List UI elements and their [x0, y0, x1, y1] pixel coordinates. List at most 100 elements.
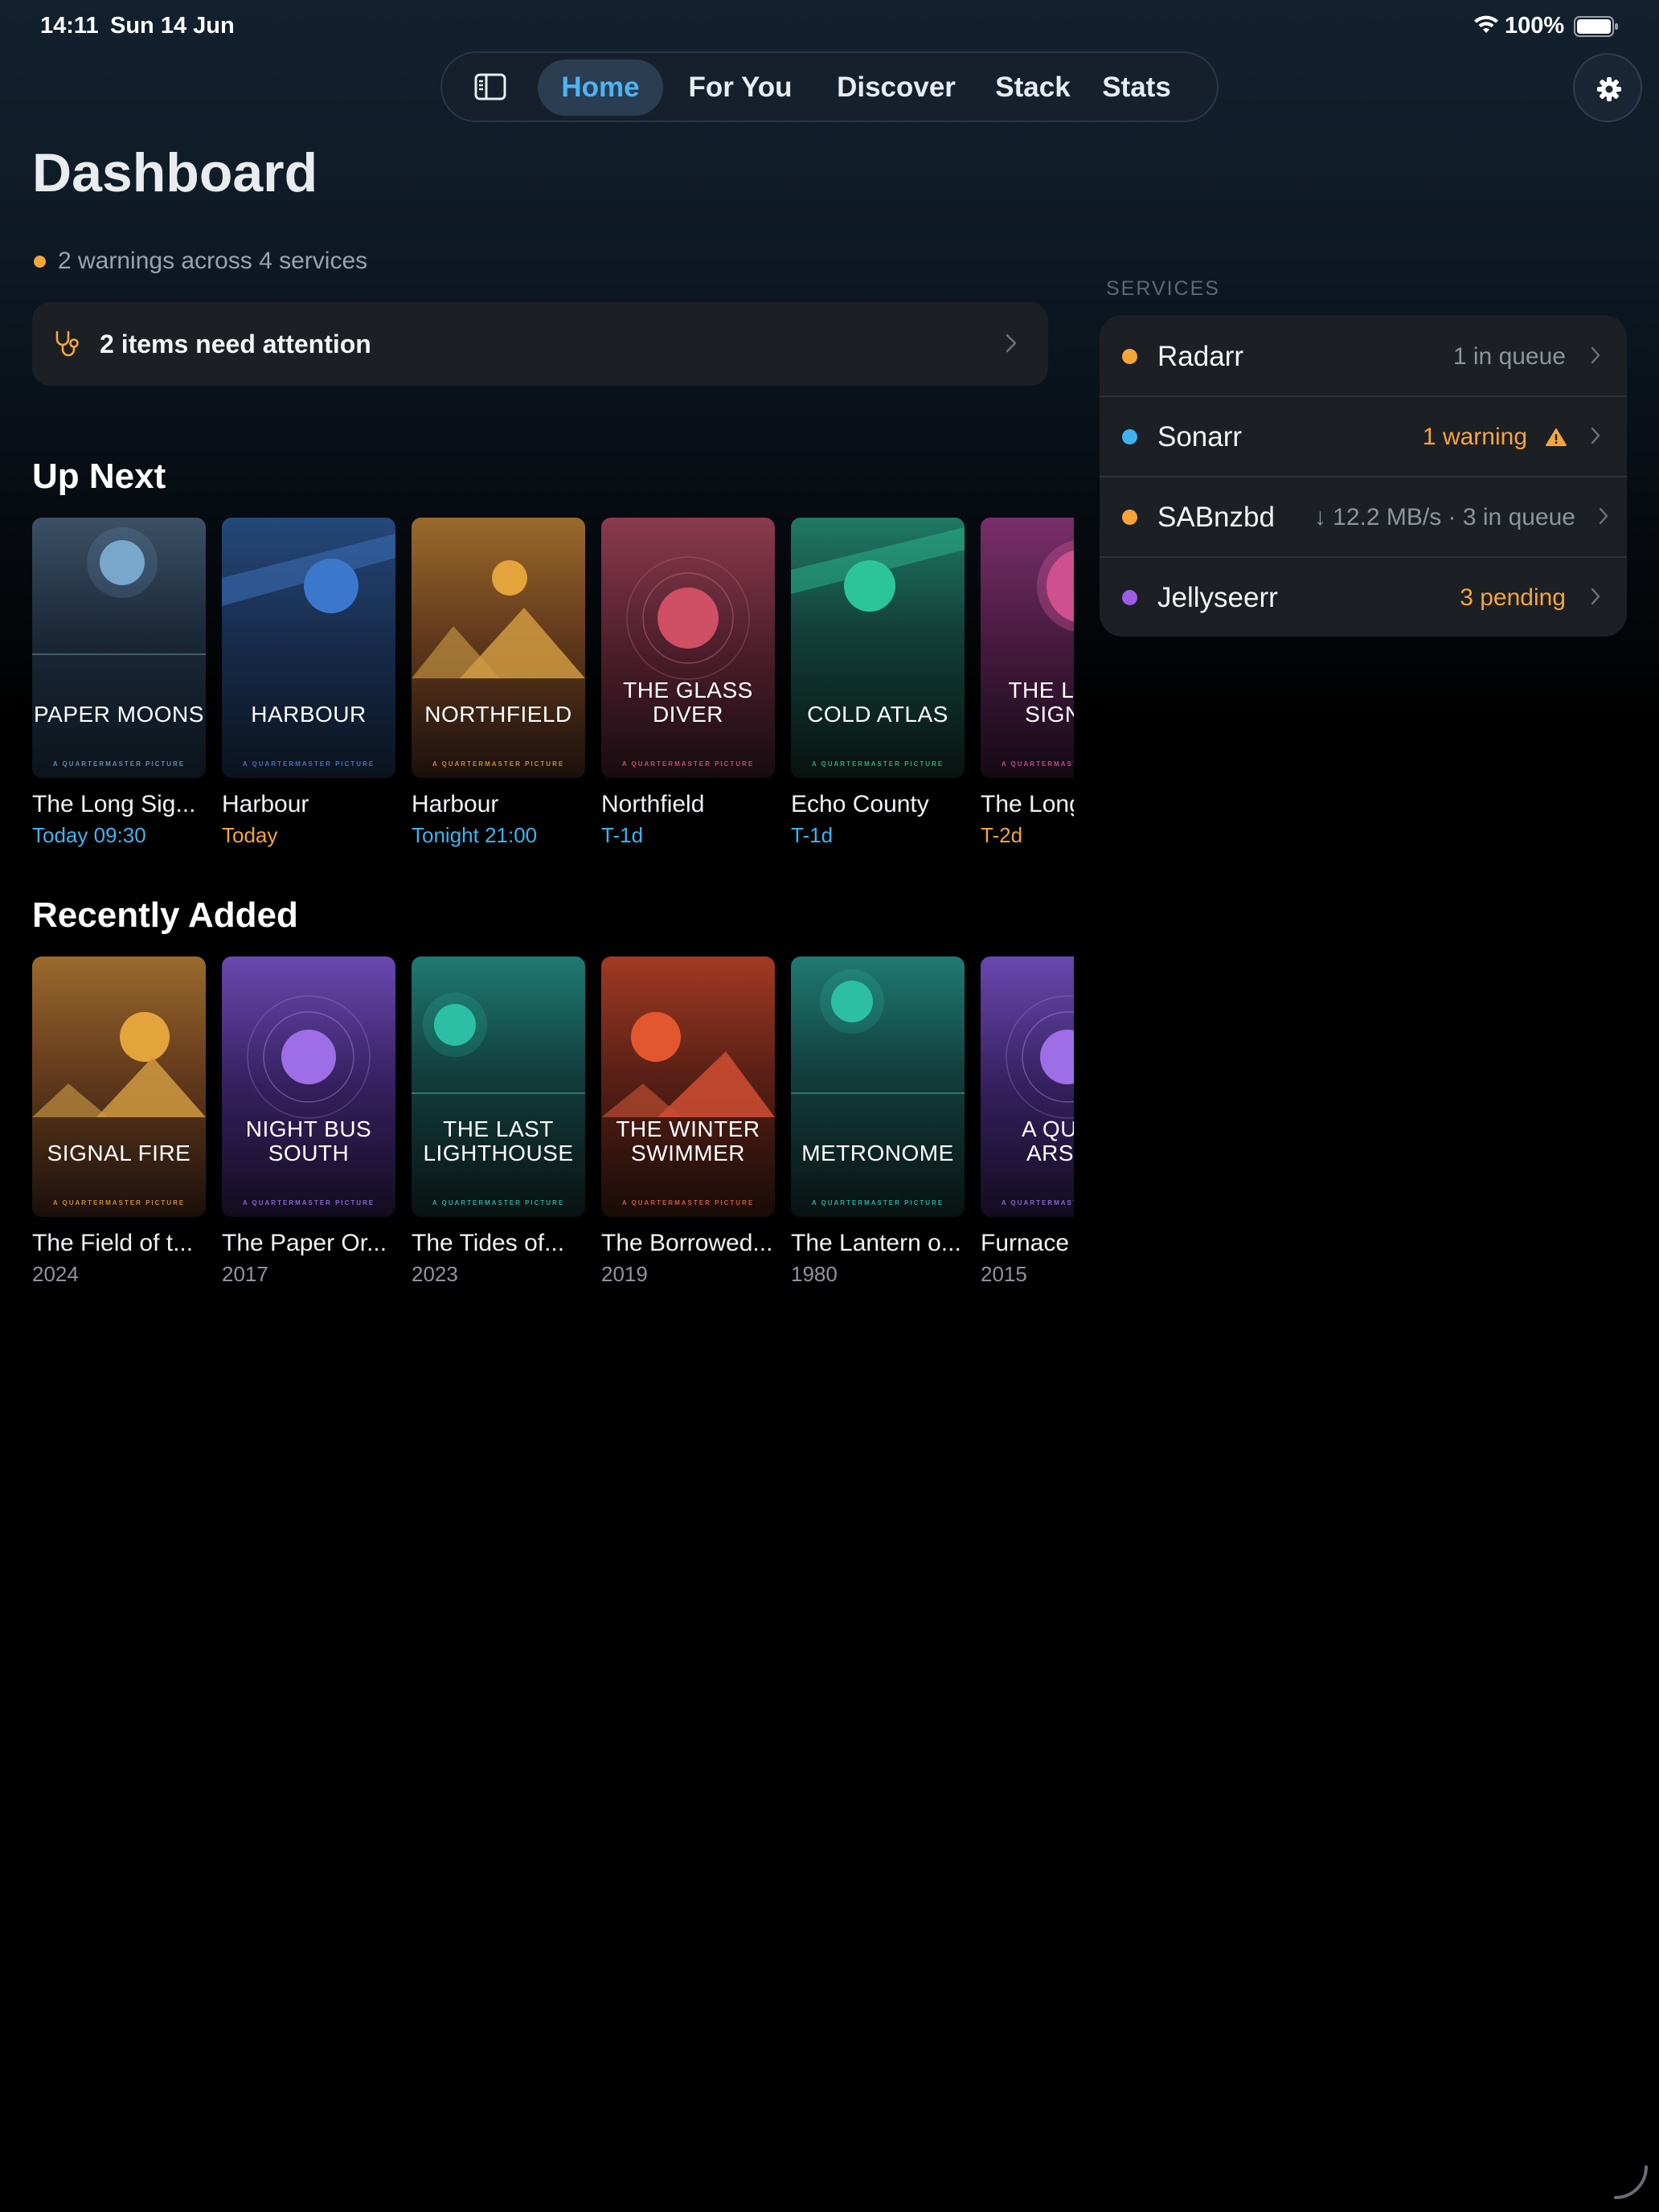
poster-studio: A QUARTERMASTER PICTURE: [432, 760, 565, 768]
poster: THE WINTER SWIMMER A QUARTERMASTER PICTU…: [601, 956, 775, 1217]
poster-art: [981, 956, 1074, 1217]
card-time: Tonight 21:00: [412, 823, 538, 847]
up-next-card[interactable]: THE GLASS DIVER A QUARTERMASTER PICTURE …: [601, 518, 775, 847]
service-row-radarr[interactable]: Radarr 1 in queue: [1100, 315, 1627, 395]
poster-art: [412, 518, 585, 778]
poster-title: THE GLASS DIVER: [623, 678, 753, 727]
recent-card[interactable]: SIGNAL FIRE A QUARTERMASTER PICTURE The …: [32, 956, 206, 1286]
battery-percent: 100%: [1505, 13, 1565, 39]
service-name: Radarr: [1157, 341, 1243, 372]
status-dot: [1122, 510, 1137, 525]
poster-art: [601, 518, 775, 778]
top-tab-bar: Home For You Discover Stack Stats: [440, 51, 1219, 122]
poster-art: [791, 956, 965, 1217]
up-next-card[interactable]: COLD ATLAS A QUARTERMASTER PICTURE Echo …: [791, 518, 965, 847]
poster: THE GLASS DIVER A QUARTERMASTER PICTURE: [601, 518, 775, 778]
attention-text: 2 items need attention: [100, 330, 371, 358]
poster-title: HARBOUR: [251, 702, 367, 727]
attention-card[interactable]: 2 items need attention: [32, 302, 1048, 386]
up-next-card[interactable]: NORTHFIELD A QUARTERMASTER PICTURE Harbo…: [412, 518, 585, 847]
poster: PAPER MOONS A QUARTERMASTER PICTURE: [32, 518, 206, 778]
tab-stats[interactable]: Stats: [1088, 59, 1186, 116]
card-title: The Long Signal: [981, 791, 1074, 817]
poster-art: [791, 518, 965, 778]
poster: A QUIET ARSON A QUARTERMASTER PICTURE: [981, 956, 1074, 1217]
card-title: Furnace: [981, 1230, 1070, 1256]
recent-card[interactable]: THE LAST LIGHTHOUSE A QUARTERMASTER PICT…: [412, 956, 585, 1286]
warning-dot: [34, 256, 46, 268]
tab-discover[interactable]: Discover: [816, 59, 977, 116]
poster-title: NIGHT BUS SOUTH: [245, 1116, 372, 1165]
poster-art: [32, 956, 206, 1217]
service-name: SABnzbd: [1157, 502, 1275, 533]
service-status: 1 in queue: [1452, 343, 1566, 370]
card-title: Northfield: [601, 791, 705, 817]
poster-title: THE WINTER SWIMMER: [616, 1116, 760, 1165]
status-dot: [1122, 429, 1137, 444]
service-row-sabnzbd[interactable]: SABnzbd ↓ 12.2 MB/s · 3 in queue: [1100, 476, 1627, 556]
poster-title: SIGNAL FIRE: [47, 1141, 191, 1165]
poster-studio: A QUARTERMASTER PICTURE: [52, 760, 186, 768]
card-time: T-1d: [601, 823, 644, 847]
poster: HARBOUR A QUARTERMASTER PICTURE: [222, 518, 395, 778]
poster: SIGNAL FIRE A QUARTERMASTER PICTURE: [32, 956, 206, 1217]
recent-card[interactable]: A QUIET ARSON A QUARTERMASTER PICTURE Fu…: [981, 956, 1074, 1286]
chevron-right-icon: [1599, 507, 1608, 525]
status-dot: [1122, 590, 1137, 605]
settings-button[interactable]: [1573, 53, 1642, 122]
tab-stack[interactable]: Stack: [989, 59, 1077, 116]
service-row-sonarr[interactable]: Sonarr 1 warning: [1100, 395, 1627, 476]
up-next-card[interactable]: HARBOUR A QUARTERMASTER PICTURE Harbour …: [222, 518, 395, 847]
up-next-card[interactable]: PAPER MOONS A QUARTERMASTER PICTURE The …: [32, 518, 206, 847]
card-time: T-1d: [791, 823, 834, 847]
up-next-row: PAPER MOONS A QUARTERMASTER PICTURE The …: [32, 518, 1074, 871]
status-time: 14:11: [40, 13, 99, 39]
service-name: Jellyseerr: [1157, 582, 1278, 613]
poster-title: THE LAST LIGHTHOUSE: [423, 1116, 574, 1165]
status-dot: [1122, 349, 1137, 364]
poster-title: PAPER MOONS: [34, 702, 204, 727]
poster: COLD ATLAS A QUARTERMASTER PICTURE: [791, 518, 965, 778]
poster-title: NORTHFIELD: [424, 702, 572, 727]
card-time: T-2d: [981, 823, 1023, 847]
card-year: 2019: [601, 1262, 648, 1286]
recent-card[interactable]: NIGHT BUS SOUTH A QUARTERMASTER PICTURE …: [222, 956, 395, 1286]
tab-for-you[interactable]: For You: [676, 59, 805, 116]
page-title: Dashboard: [32, 142, 318, 203]
recently-added-title: Recently Added: [32, 895, 298, 935]
card-time: Today 09:30: [32, 823, 146, 847]
card-year: 2024: [32, 1262, 79, 1286]
warning-icon: [1546, 428, 1567, 446]
poster-studio: A QUARTERMASTER PICTURE: [811, 1199, 944, 1206]
recent-card[interactable]: METRONOME A QUARTERMASTER PICTURE The La…: [791, 956, 965, 1286]
poster-title: A QUIET ARSON: [1022, 1116, 1074, 1165]
card-title: The Field of t...: [32, 1230, 194, 1256]
poster-art: [32, 518, 206, 778]
resize-handle-icon[interactable]: [1612, 2164, 1649, 2201]
card-title: The Paper Or...: [222, 1230, 387, 1256]
warning-summary-text: 2 warnings across 4 services: [58, 248, 368, 274]
card-title: Harbour: [412, 791, 499, 817]
battery-icon: [1574, 16, 1618, 37]
service-status: 1 warning: [1422, 424, 1527, 450]
up-next-title: Up Next: [32, 457, 166, 496]
card-title: The Long Sig...: [32, 791, 196, 817]
poster-studio: A QUARTERMASTER PICTURE: [52, 1199, 186, 1206]
poster-studio: A QUARTERMASTER PICTURE: [242, 760, 375, 768]
recent-card[interactable]: THE WINTER SWIMMER A QUARTERMASTER PICTU…: [601, 956, 775, 1286]
poster-studio: A QUARTERMASTER PICTURE: [432, 1199, 565, 1206]
poster-art: [222, 518, 395, 778]
chevron-right-icon: [1591, 427, 1600, 444]
poster-title: THE LONG SIGNAL: [1008, 678, 1074, 727]
sidebar-toggle-icon[interactable]: [474, 72, 506, 101]
card-year: 1980: [791, 1262, 838, 1286]
gear-icon: [1597, 77, 1621, 101]
poster: THE LAST LIGHTHOUSE A QUARTERMASTER PICT…: [412, 956, 585, 1217]
card-title: Harbour: [222, 791, 309, 817]
poster-studio: A QUARTERMASTER PICTURE: [1001, 1199, 1074, 1206]
service-row-jellyseerr[interactable]: Jellyseerr 3 pending: [1100, 556, 1627, 637]
tab-home[interactable]: Home: [538, 59, 663, 116]
services-list: Radarr 1 in queue Sonarr 1 warning SABnz…: [1100, 315, 1627, 637]
up-next-card[interactable]: THE LONG SIGNAL A QUARTERMASTER PICTURE …: [981, 518, 1074, 847]
poster-art: [981, 518, 1074, 778]
